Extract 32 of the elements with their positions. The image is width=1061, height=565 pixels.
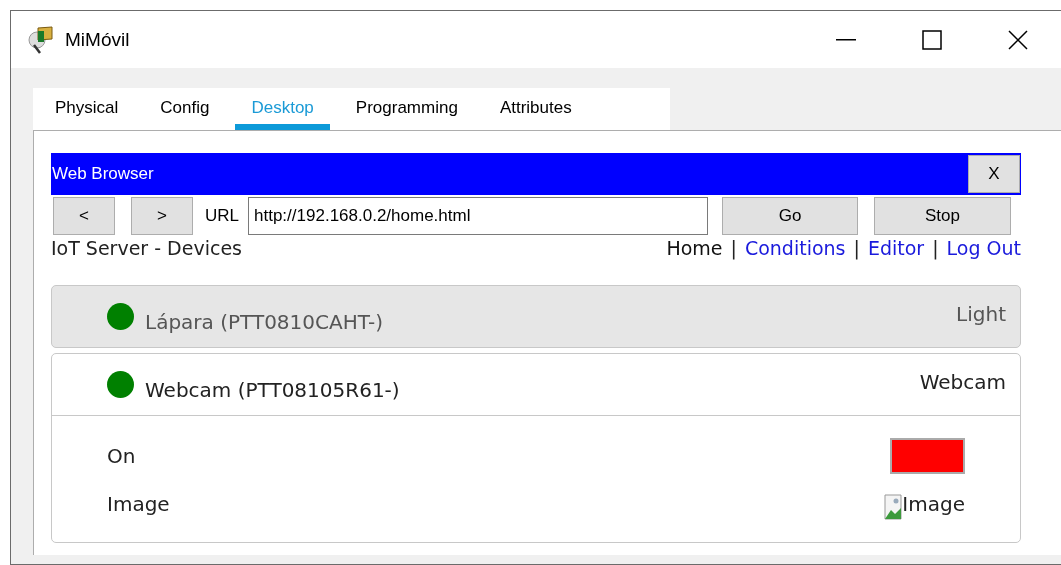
device-card[interactable]: Webcam (PTT08105R61-) Webcam On Image Image	[51, 353, 1021, 543]
url-field[interactable]: http://192.168.0.2/home.html	[248, 197, 708, 235]
minimize-icon	[836, 38, 856, 41]
link-separator: |	[932, 237, 939, 259]
go-button[interactable]: Go	[722, 197, 858, 235]
browser-title: Web Browser	[52, 164, 154, 184]
device-type: Webcam	[919, 369, 1006, 394]
url-label: URL	[205, 206, 239, 226]
device-name: Lápara (PTT0810CAHT-)	[145, 309, 385, 334]
field-label: Image	[107, 492, 170, 516]
image-alt-text: Image	[902, 492, 965, 516]
window-title: MiMóvil	[65, 28, 131, 51]
close-icon	[1008, 29, 1028, 50]
forward-button[interactable]: >	[131, 197, 193, 235]
app-icon	[27, 24, 55, 55]
device-type: Light	[956, 301, 1006, 326]
link-separator: |	[853, 237, 860, 259]
field-label: On	[107, 444, 136, 468]
back-button[interactable]: <	[53, 197, 115, 235]
maximize-icon	[922, 29, 942, 50]
broken-image-icon	[884, 494, 903, 520]
device-name: Webcam (PTT08105R61-)	[145, 377, 401, 402]
stop-button[interactable]: Stop	[874, 197, 1011, 235]
nav-link[interactable]: Conditions	[744, 237, 846, 259]
link-separator: |	[730, 237, 737, 259]
toggle-button[interactable]	[890, 438, 965, 474]
nav-link[interactable]: Log Out	[946, 237, 1021, 259]
nav-link[interactable]: Editor	[867, 237, 925, 259]
device-card[interactable]: Lápara (PTT0810CAHT-) Light	[51, 285, 1021, 348]
close-button[interactable]: X	[968, 155, 1020, 193]
page-heading: IoT Server - Devices	[51, 237, 242, 259]
nav-link[interactable]: Home	[666, 237, 723, 259]
